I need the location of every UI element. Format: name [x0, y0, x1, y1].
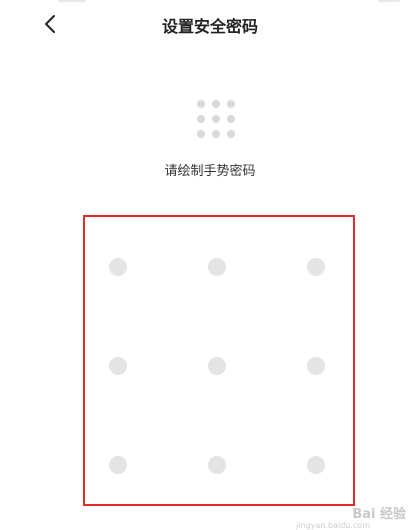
instruction-text: 请绘制手势密码	[164, 164, 256, 179]
pattern-dot-4[interactable]	[109, 357, 127, 375]
watermark-url: jingyan.baidu.com	[296, 521, 370, 530]
pattern-dot-8[interactable]	[208, 456, 226, 474]
pattern-preview-icon	[197, 100, 239, 142]
pattern-dot-2[interactable]	[208, 258, 226, 276]
pattern-dot-6[interactable]	[307, 357, 325, 375]
pattern-dot-9[interactable]	[307, 456, 325, 474]
pattern-dot-7[interactable]	[109, 456, 127, 474]
page-title: 设置安全密码	[161, 17, 258, 36]
pattern-dot-5[interactable]	[208, 357, 226, 375]
watermark: Bai 经验	[352, 507, 406, 522]
pattern-dot-3[interactable]	[307, 258, 325, 276]
gesture-pattern-pad[interactable]	[83, 215, 355, 506]
top-bar: 设置安全密码	[0, 0, 420, 48]
pattern-dot-1[interactable]	[109, 258, 127, 276]
